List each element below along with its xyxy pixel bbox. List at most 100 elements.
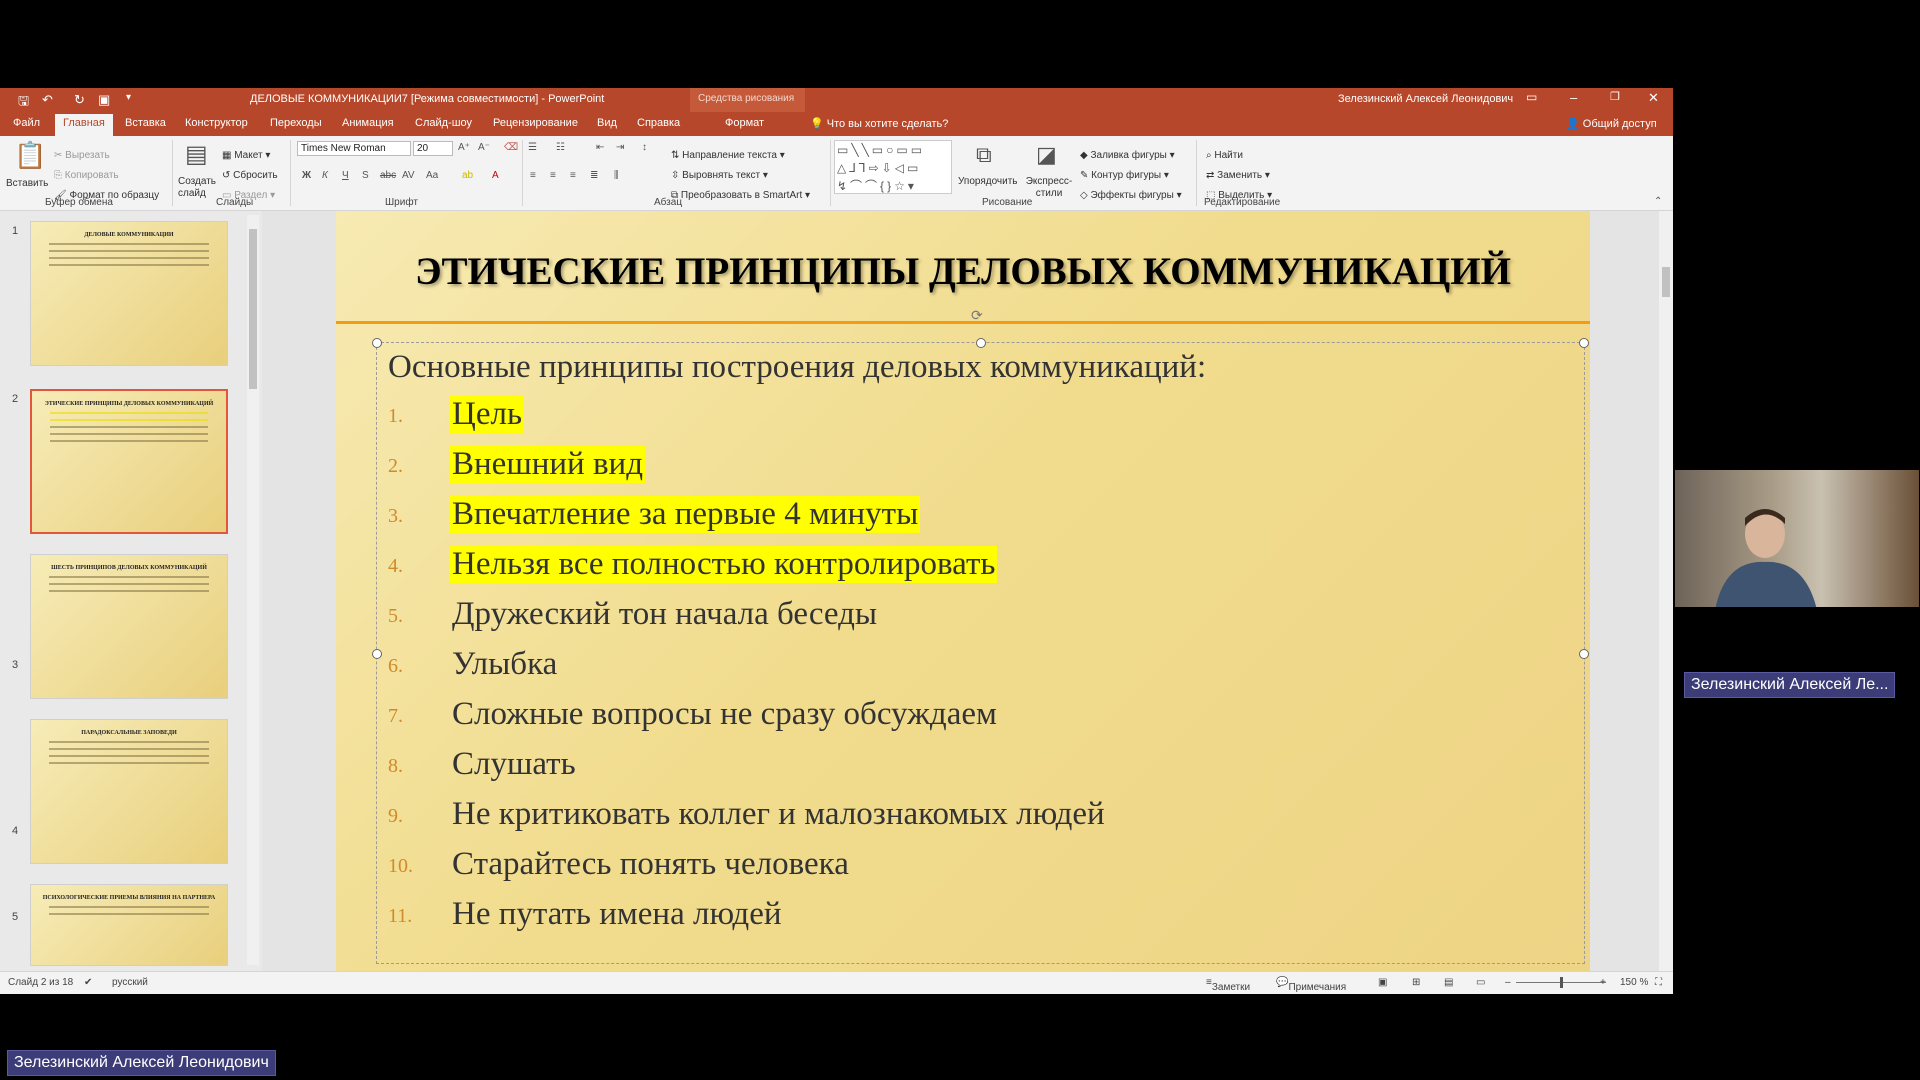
shape-fill-button[interactable]: ◆ Заливка фигуры ▾ — [1080, 150, 1175, 161]
align-center-icon[interactable]: ≡ — [550, 170, 556, 181]
copy-button[interactable]: ⎘ Копировать — [54, 170, 119, 181]
tab-insert[interactable]: Вставка — [125, 117, 166, 129]
tab-transitions[interactable]: Переходы — [270, 117, 322, 129]
language-indicator[interactable]: русский — [112, 977, 148, 988]
resize-handle[interactable] — [976, 338, 986, 348]
font-size-combo[interactable]: 20 — [413, 141, 453, 156]
shape-effects-button[interactable]: ◇ Эффекты фигуры ▾ — [1080, 190, 1182, 201]
resize-handle[interactable] — [372, 338, 382, 348]
slide-title[interactable]: ЭТИЧЕСКИЕ ПРИНЦИПЫ ДЕЛОВЫХ КОММУНИКАЦИЙ — [336, 249, 1590, 294]
zoom-in-icon[interactable]: + — [1600, 977, 1606, 988]
text-direction-button[interactable]: ⇅ Направление текста ▾ — [671, 150, 785, 161]
italic-icon[interactable]: К — [322, 170, 328, 181]
comments-button[interactable]: 💬 Примечания — [1276, 977, 1346, 993]
change-case-icon[interactable]: Aa — [426, 170, 438, 181]
shadow-icon[interactable]: S — [362, 170, 369, 181]
cut-button[interactable]: ✂ Вырезать — [54, 150, 110, 161]
reading-view-icon[interactable]: ▤ — [1444, 977, 1453, 988]
underline-icon[interactable]: Ч — [342, 170, 349, 181]
layout-label: Макет — [234, 150, 263, 161]
shapes-gallery[interactable]: ▭╲╲▭○▭▭ △⅃⅂⇨⇩◁▭ ↯⌒⌒{}☆▾ — [834, 140, 952, 194]
paste-button[interactable]: Вставить — [6, 178, 48, 189]
clear-format-icon[interactable]: ⌫ — [504, 142, 518, 153]
tab-help[interactable]: Справка — [637, 117, 680, 129]
tab-review[interactable]: Рецензирование — [493, 117, 578, 129]
rotate-handle-icon[interactable]: ⟳ — [971, 308, 983, 325]
decrease-indent-icon[interactable]: ⇤ — [596, 142, 604, 153]
zoom-level[interactable]: 150 % — [1620, 977, 1648, 988]
present-icon[interactable]: ▣ — [98, 92, 110, 108]
columns-icon[interactable]: ⫼ — [614, 170, 619, 181]
tab-file[interactable]: Файл — [13, 117, 40, 129]
spellcheck-icon[interactable]: ✔ — [84, 977, 92, 988]
resize-handle[interactable] — [1579, 338, 1589, 348]
new-slide-icon[interactable]: ▤ — [185, 140, 208, 169]
char-spacing-icon[interactable]: AV — [402, 170, 415, 181]
slide-thumbnail-3[interactable]: ШЕСТЬ ПРИНЦИПОВ ДЕЛОВЫХ КОММУНИКАЦИЙ — [30, 554, 228, 699]
line-spacing-icon[interactable]: ↕ — [642, 142, 647, 153]
increase-indent-icon[interactable]: ⇥ — [616, 142, 624, 153]
restore-icon[interactable]: ❐ — [1610, 90, 1620, 103]
new-slide-button[interactable]: Создать слайд — [178, 176, 218, 200]
scroll-thumb[interactable] — [249, 229, 257, 389]
quick-styles-icon[interactable]: ◪ — [1036, 142, 1057, 168]
thumb-number: 5 — [12, 911, 19, 923]
slide-sorter-icon[interactable]: ⊞ — [1412, 977, 1420, 988]
slide-thumbnail-2[interactable]: ЭТИЧЕСКИЕ ПРИНЦИПЫ ДЕЛОВЫХ КОММУНИКАЦИЙ — [30, 389, 228, 534]
normal-view-icon[interactable]: ▣ — [1378, 977, 1387, 988]
thumb-title: ШЕСТЬ ПРИНЦИПОВ ДЕЛОВЫХ КОММУНИКАЦИЙ — [51, 565, 207, 571]
zoom-slider-thumb[interactable] — [1560, 977, 1563, 988]
scroll-thumb[interactable] — [1662, 267, 1670, 297]
tab-animations[interactable]: Анимация — [342, 117, 394, 129]
layout-button[interactable]: ▦ Макет ▾ — [222, 150, 270, 161]
arrange-icon[interactable]: ⧉ — [976, 142, 992, 168]
user-name[interactable]: Зелезинский Алексей Леонидович — [1338, 93, 1513, 105]
slide-thumbnail-4[interactable]: ПАРАДОКСАЛЬНЫЕ ЗАПОВЕДИ — [30, 719, 228, 864]
resize-handle[interactable] — [1579, 649, 1589, 659]
align-right-icon[interactable]: ≡ — [570, 170, 576, 181]
arrange-button[interactable]: Упорядочить — [958, 176, 1018, 187]
fit-to-window-icon[interactable]: ⛶ — [1655, 977, 1662, 988]
redo-icon[interactable]: ↻ — [74, 92, 85, 108]
tab-slideshow[interactable]: Слайд-шоу — [415, 117, 472, 129]
slide-scrollbar[interactable] — [1659, 211, 1673, 971]
align-left-icon[interactable]: ≡ — [530, 170, 536, 181]
undo-icon[interactable]: ↶ — [42, 92, 53, 108]
slide-thumbnail-1[interactable]: ДЕЛОВЫЕ КОММУНИКАЦИИ — [30, 221, 228, 366]
save-icon[interactable]: 🖫 — [18, 92, 29, 114]
justify-icon[interactable]: ≣ — [590, 170, 598, 181]
shape-outline-button[interactable]: ✎ Контур фигуры ▾ — [1080, 170, 1169, 181]
align-text-button[interactable]: ⇳ Выровнять текст ▾ — [671, 170, 768, 181]
reset-button[interactable]: ↺ Сбросить — [222, 170, 278, 181]
grow-font-icon[interactable]: A⁺ — [458, 142, 470, 153]
resize-handle[interactable] — [372, 649, 382, 659]
highlight-icon[interactable]: ab — [462, 170, 473, 181]
tab-design[interactable]: Конструктор — [185, 117, 248, 129]
customize-qat-icon[interactable]: ▾ — [126, 92, 131, 103]
thumbnail-scrollbar[interactable] — [247, 215, 259, 965]
ribbon-display-icon[interactable]: ▭ — [1526, 90, 1537, 104]
collapse-ribbon-icon[interactable]: ⌃ — [1654, 196, 1662, 207]
tab-format[interactable]: Формат — [725, 117, 764, 129]
numbering-icon[interactable]: ☷ — [556, 142, 565, 153]
font-name-combo[interactable]: Times New Roman — [297, 141, 411, 156]
font-color-icon[interactable]: A — [492, 170, 499, 181]
minimize-icon[interactable]: – — [1570, 90, 1577, 105]
notes-button[interactable]: ≡ Заметки — [1206, 977, 1250, 993]
zoom-out-icon[interactable]: – — [1505, 977, 1511, 988]
tab-home[interactable]: Главная — [55, 114, 113, 136]
slide-thumbnail-5[interactable]: ПСИХОЛОГИЧЕСКИЕ ПРИЕМЫ ВЛИЯНИЯ НА ПАРТНЕ… — [30, 884, 228, 966]
paste-icon[interactable]: 📋 — [14, 140, 46, 171]
find-button[interactable]: ⌕ Найти — [1206, 150, 1243, 161]
tell-me-search[interactable]: 💡 Что вы хотите сделать? — [810, 117, 948, 130]
tab-view[interactable]: Вид — [597, 117, 617, 129]
close-icon[interactable]: ✕ — [1648, 90, 1659, 106]
bold-icon[interactable]: Ж — [302, 170, 311, 181]
share-button[interactable]: 👤 Общий доступ — [1566, 117, 1657, 130]
smartart-button[interactable]: ⧉ Преобразовать в SmartArt ▾ — [671, 190, 810, 201]
bullets-icon[interactable]: ☰ — [528, 142, 537, 153]
shrink-font-icon[interactable]: A⁻ — [478, 142, 490, 153]
slideshow-view-icon[interactable]: ▭ — [1476, 977, 1485, 988]
strikethrough-icon[interactable]: abc — [380, 170, 396, 181]
replace-button[interactable]: ⇄ Заменить ▾ — [1206, 170, 1270, 181]
